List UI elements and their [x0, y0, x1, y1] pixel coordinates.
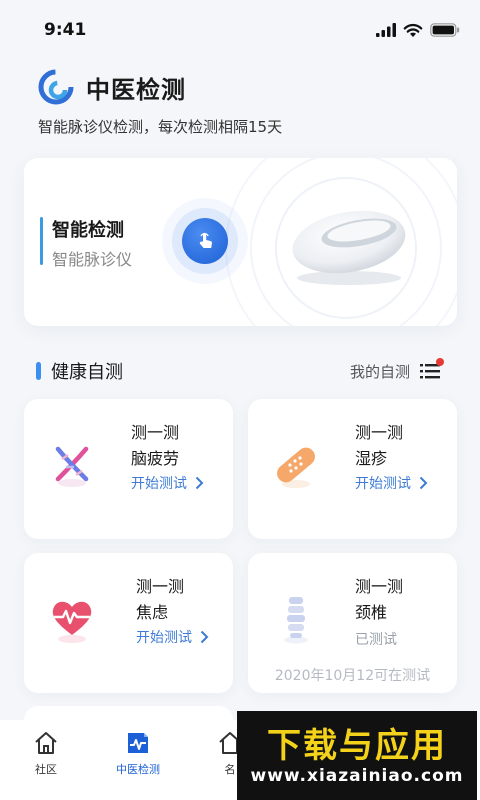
- signal-icon: [376, 23, 396, 37]
- retest-date-note: 2020年10月12可在测试: [274, 668, 431, 684]
- my-tests-link[interactable]: 我的自测: [349, 358, 444, 382]
- spine-icon: [284, 597, 308, 644]
- start-test-button[interactable]: 开始测试: [355, 473, 428, 493]
- start-test-label: 开始测试: [136, 630, 192, 646]
- home-icon: [35, 732, 57, 754]
- start-test-label: 开始测试: [355, 476, 411, 492]
- test-card-brain-fatigue[interactable]: 测一测 脑疲劳 开始测试: [24, 399, 233, 539]
- chevron-right-icon: [200, 630, 209, 644]
- hero-subtitle: 智能脉诊仪: [52, 250, 133, 269]
- test-name: 脑疲劳: [131, 449, 180, 468]
- battery-icon: [430, 23, 460, 37]
- touch-detect-button[interactable]: [182, 218, 228, 264]
- test-prefix: 测一测: [355, 423, 404, 442]
- brain-dna-icon: [55, 446, 89, 487]
- finger-tap-icon: [199, 232, 212, 248]
- section-accent-bar: [36, 362, 41, 380]
- test-name: 颈椎: [355, 603, 388, 622]
- page-subtitle: 智能脉诊仪检测，每次检测相隔15天: [38, 118, 283, 136]
- start-test-label: 开始测试: [131, 476, 187, 492]
- chevron-right-icon: [419, 476, 428, 490]
- heart-pulse-icon: [52, 601, 92, 643]
- watermark: 下载与应用 www.xiazainiao.com: [237, 711, 477, 800]
- test-name: 湿疹: [355, 449, 388, 468]
- notification-dot: [436, 358, 444, 366]
- nav-item-tcm-detect[interactable]: 中医检测: [92, 720, 184, 777]
- app-logo-icon: [38, 69, 74, 105]
- page-title: 中医检测: [86, 75, 186, 104]
- test-card-anxiety[interactable]: 测一测 焦虑 开始测试: [24, 553, 233, 693]
- test-card-eczema[interactable]: 测一测 湿疹 开始测试: [248, 399, 457, 539]
- chevron-right-icon: [195, 476, 204, 490]
- hero-accent-bar: [40, 217, 43, 265]
- pulse-device-image: [292, 210, 406, 285]
- watermark-url: www.xiazainiao.com: [250, 765, 464, 786]
- header: 中医检测 智能脉诊仪检测，每次检测相隔15天: [38, 66, 458, 137]
- status-time: 9:41: [44, 20, 87, 40]
- watermark-text: 下载与应用: [267, 725, 447, 766]
- list-icon: [420, 358, 444, 380]
- section-title: 健康自测: [51, 362, 123, 383]
- hero-title: 智能检测: [52, 220, 124, 241]
- start-test-button[interactable]: 开始测试: [131, 473, 204, 493]
- test-card-cervical-spine[interactable]: 测一测 颈椎 已测试 2020年10月12可在测试: [248, 553, 457, 693]
- test-prefix: 测一测: [355, 577, 404, 596]
- bandage-icon: [277, 447, 315, 488]
- wifi-icon: [403, 23, 423, 37]
- nav-label: 社区: [35, 763, 57, 776]
- my-tests-label: 我的自测: [349, 362, 410, 381]
- status-bar: 9:41: [0, 0, 480, 60]
- test-name: 焦虑: [136, 603, 169, 622]
- nav-label: 名: [224, 763, 236, 776]
- test-prefix: 测一测: [131, 423, 180, 442]
- smart-detect-card[interactable]: 智能检测 智能脉诊仪: [24, 158, 457, 326]
- partial-test-card: [24, 706, 233, 720]
- test-prefix: 测一测: [136, 577, 185, 596]
- nav-label: 中医检测: [116, 763, 160, 776]
- health-self-test-header: 健康自测 我的自测: [36, 358, 444, 384]
- tested-status: 已测试: [355, 632, 397, 648]
- start-test-button[interactable]: 开始测试: [136, 627, 209, 647]
- nav-item-community[interactable]: 社区: [0, 720, 92, 777]
- pulse-chart-icon: [128, 733, 148, 753]
